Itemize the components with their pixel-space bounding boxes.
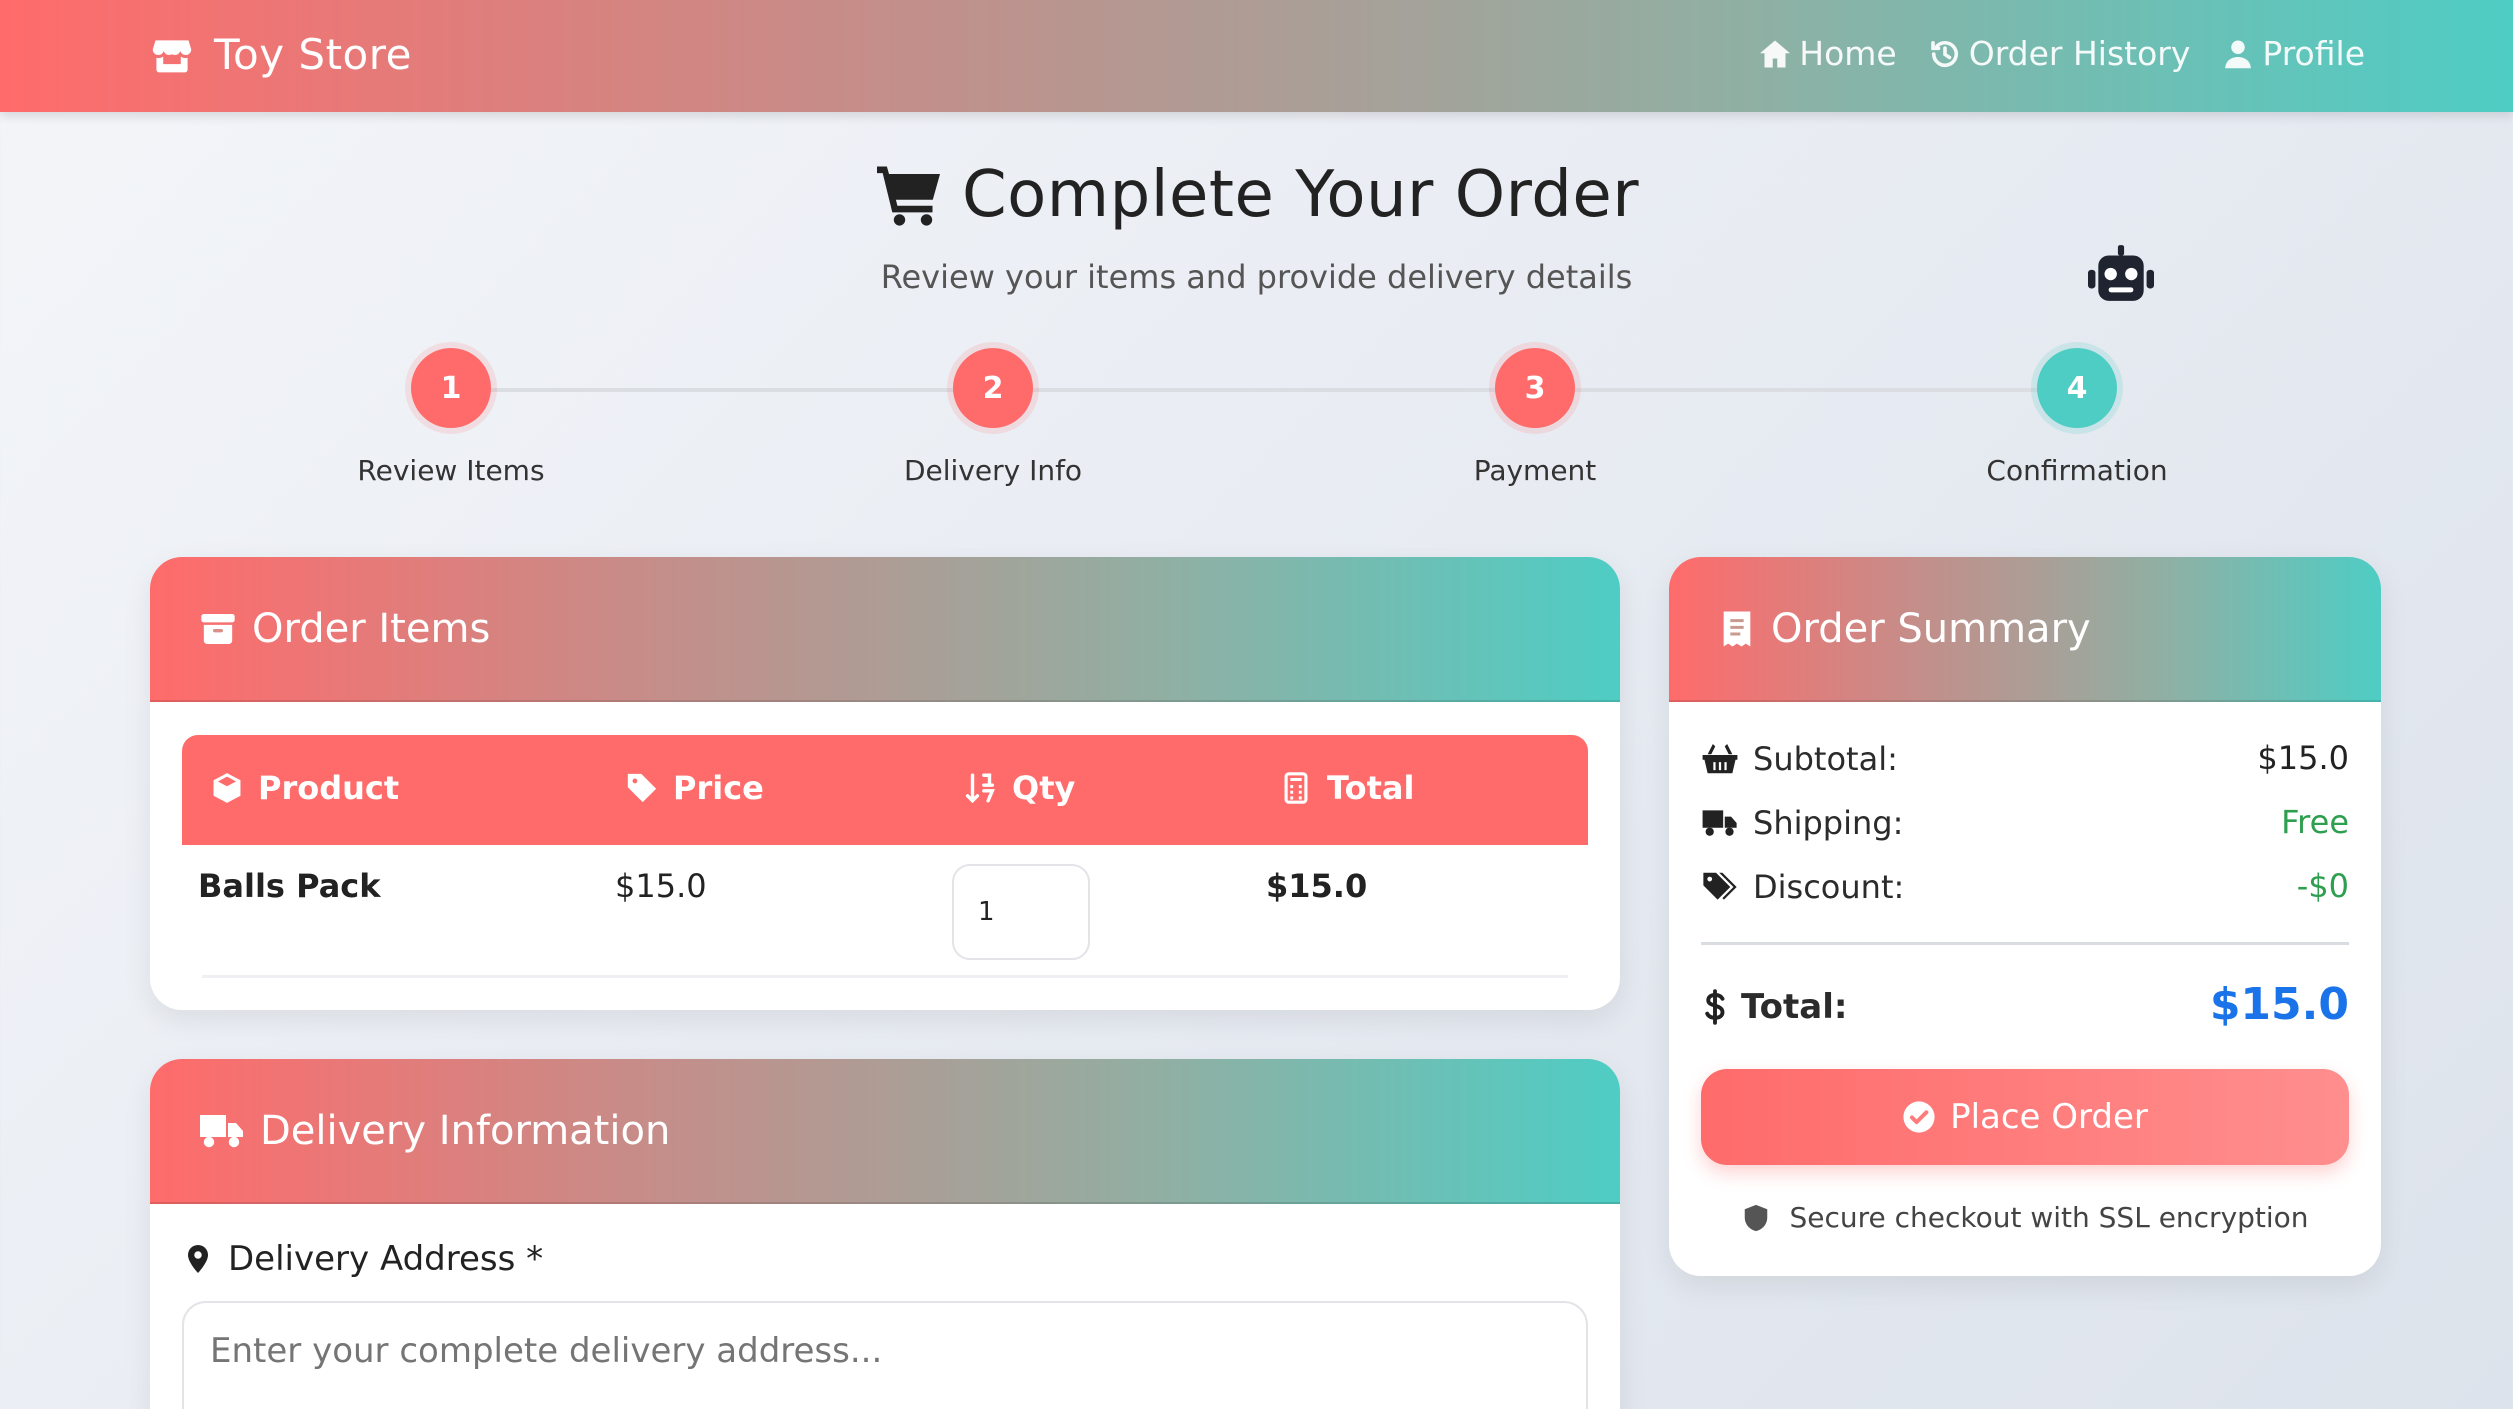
step-delivery-info: 2 Delivery Info: [843, 348, 1143, 487]
shopping-cart-icon: [876, 166, 940, 226]
column-label: Price: [673, 769, 764, 807]
delivery-info-card: Delivery Information Delivery Address *: [150, 1059, 1620, 1409]
secure-note-text: Secure checkout with SSL encryption: [1789, 1201, 2309, 1234]
total-value: $15.0: [2209, 979, 2349, 1030]
tags-icon: [1703, 872, 1737, 900]
tag-icon: [627, 773, 657, 803]
nav-home-label: Home: [1799, 34, 1897, 73]
step-label: Payment: [1473, 454, 1597, 487]
place-order-label: Place Order: [1950, 1097, 2148, 1137]
items-table-header: Product Price Qty Total: [182, 735, 1588, 845]
column-header-qty: Qty: [964, 769, 1075, 807]
nav-home-link[interactable]: Home: [1757, 34, 1897, 73]
history-icon: [1930, 40, 1958, 67]
column-label: Qty: [1012, 769, 1076, 807]
sort-numeric-icon: [965, 773, 995, 804]
column-header-total: Total: [1279, 769, 1414, 807]
box-icon: [201, 613, 235, 644]
shipping-row: Shipping: Free: [1701, 801, 2349, 845]
basket-icon: [1702, 743, 1738, 774]
top-navbar: Toy Store Home Order History Profile: [0, 0, 2513, 112]
delivery-info-header: Delivery Information: [150, 1059, 1620, 1204]
brand-link[interactable]: Toy Store: [150, 30, 412, 79]
step-label: Review Items: [357, 454, 545, 487]
secure-checkout-note: Secure checkout with SSL encryption: [1669, 1201, 2381, 1234]
total-label-text: Total:: [1741, 987, 1848, 1027]
order-summary-card: Order Summary Subtotal: $15.0 Shipping: …: [1669, 557, 2381, 1276]
nav-links: Home Order History Profile: [1727, 34, 2365, 73]
order-summary-header: Order Summary: [1669, 557, 2381, 702]
check-circle-icon: [1903, 1101, 1935, 1133]
user-icon: [2225, 40, 2252, 68]
calculator-icon: [1284, 772, 1308, 804]
step-confirmation: 4 Confirmation: [1927, 348, 2227, 487]
discount-label: Discount:: [1753, 868, 1905, 906]
step-label: Confirmation: [1986, 454, 2168, 487]
step-review-items: 1 Review Items: [301, 348, 601, 487]
truck-icon: [200, 1114, 243, 1147]
step-number: 2: [953, 348, 1033, 428]
order-summary-title: Order Summary: [1771, 605, 2091, 652]
shipping-label: Shipping:: [1753, 804, 1904, 842]
step-number-active: 4: [2037, 348, 2117, 428]
item-price: $15.0: [615, 867, 707, 905]
nav-order-history-label: Order History: [1968, 34, 2191, 73]
step-payment: 3 Payment: [1385, 348, 1685, 487]
step-number: 1: [411, 348, 491, 428]
nav-profile-link[interactable]: Profile: [2220, 34, 2365, 73]
shipping-value: Free: [2281, 803, 2349, 841]
total-label: Total:: [1701, 987, 1847, 1027]
discount-value: -$0: [2296, 867, 2349, 905]
nav-profile-label: Profile: [2262, 34, 2365, 73]
dollar-icon: [1705, 989, 1725, 1025]
step-number: 3: [1495, 348, 1575, 428]
subtotal-value: $15.0: [2257, 739, 2349, 777]
step-label: Delivery Info: [903, 454, 1083, 487]
item-total: $15.0: [1266, 867, 1368, 905]
map-pin-icon: [188, 1245, 208, 1273]
discount-row: Discount: -$0: [1701, 865, 2349, 909]
home-icon: [1760, 40, 1791, 67]
store-icon: [152, 39, 192, 72]
cube-icon: [213, 773, 241, 803]
shield-icon: [1745, 1204, 1768, 1231]
nav-order-history-link[interactable]: Order History: [1927, 34, 2191, 73]
order-items-title: Order Items: [252, 605, 491, 652]
progress-steps-line: [450, 388, 2080, 392]
order-items-header: Order Items: [150, 557, 1620, 702]
truck-icon: [1702, 810, 1737, 836]
brand-name: Toy Store: [214, 30, 412, 79]
robot-icon: [2088, 245, 2154, 301]
total-row: Total: $15.0: [1701, 977, 2349, 1047]
quantity-input[interactable]: [952, 864, 1090, 960]
page-title-text: Complete Your Order: [961, 158, 1640, 232]
column-header-price: Price: [625, 769, 764, 807]
column-label: Product: [258, 769, 400, 807]
page-title: Complete Your Order: [0, 158, 2513, 232]
order-items-card: Order Items Product Price Qty Total Ball…: [150, 557, 1620, 1010]
item-product-name: Balls Pack: [198, 867, 381, 905]
address-label: Delivery Address *: [182, 1239, 543, 1279]
subtotal-label: Subtotal:: [1753, 740, 1898, 778]
subtotal-row: Subtotal: $15.0: [1701, 737, 2349, 781]
row-divider: [202, 975, 1568, 978]
delivery-info-title: Delivery Information: [260, 1107, 671, 1154]
summary-divider: [1701, 942, 2349, 945]
address-label-text: Delivery Address *: [228, 1239, 544, 1279]
receipt-icon: [1723, 611, 1751, 646]
place-order-button[interactable]: Place Order: [1701, 1069, 2349, 1165]
column-header-product: Product: [210, 769, 399, 807]
column-label: Total: [1327, 769, 1415, 807]
delivery-address-field[interactable]: [182, 1301, 1588, 1409]
